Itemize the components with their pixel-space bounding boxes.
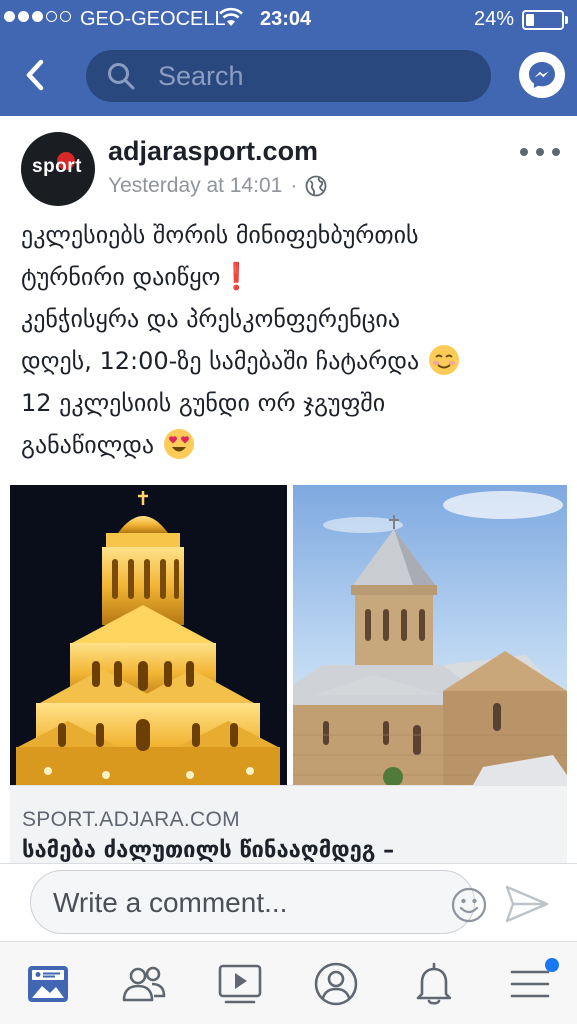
avatar-logo-text: sport [32,156,82,177]
tab-friends[interactable] [120,960,168,1008]
page-name-link[interactable]: adjarasport.com [108,136,318,167]
more-dot [536,148,544,156]
meta-separator: · [290,174,298,197]
bell-icon [416,962,452,1005]
bottom-tab-bar [0,941,577,1024]
search-placeholder: Search [158,60,244,91]
cathedral-night-illustration [10,485,287,785]
chevron-left-icon [26,59,44,91]
post-text: ეკლესიებს შორის მინიფეხბურთის ტურნირი და… [21,214,561,466]
post-text-line: განაწილდა [21,424,561,466]
post-text-line: 12 ეკლესიის გუნდი ორ ჯგუფში [21,389,386,417]
status-bar: GEO-GEOCELL 23:04 24% [0,0,577,40]
post-header: sport adjarasport.com Yesterday at 14:01… [0,116,577,206]
tab-watch[interactable] [216,960,264,1008]
post-text-line: ეკლესიებს შორის მინიფეხბურთის [21,221,419,249]
post-images [10,485,567,785]
link-domain: SPORT.ADJARA.COM [22,808,240,831]
post-meta: Yesterday at 14:01 · [108,174,327,198]
tab-profile[interactable] [312,960,360,1008]
menu-notification-badge [545,958,559,972]
church-daylight-illustration [293,491,567,785]
search-input[interactable]: Search [86,50,491,102]
profile-icon [314,962,358,1006]
clock: 23:04 [260,8,312,30]
battery-icon [522,10,564,30]
video-play-icon [218,964,262,1004]
post-text-line: კენჭისყრა და პრესკონფერენცია [21,305,401,333]
tab-menu[interactable] [506,958,559,1008]
emoji-picker-icon[interactable] [451,887,487,923]
post-text-line: დღეს, 12:00-ზე სამებაში ჩატარდა [21,340,561,382]
signal-strength-icon [4,11,71,22]
heart-eyes-emoji [162,429,196,460]
wifi-icon [219,7,243,26]
messenger-button[interactable] [519,52,565,98]
post-text-line: ტურნირი დაიწყო❗ [21,262,253,292]
church-daylight-photo[interactable] [293,485,567,785]
top-header: GEO-GEOCELL 23:04 24% Search [0,0,577,116]
link-preview-card[interactable]: SPORT.ADJARA.COM სამება ძალუთილს წინააღმ… [10,785,567,863]
battery-tip [565,16,568,24]
more-dot [520,148,528,156]
comment-input[interactable]: Write a comment... [30,870,487,934]
comment-bar: Write a comment... [0,863,577,941]
exclamation-emoji: ❗ [220,262,253,292]
messenger-icon [529,62,555,88]
post-options-button[interactable] [520,142,560,162]
back-button[interactable] [14,54,56,96]
battery-percentage: 24% [474,8,515,30]
search-icon [108,63,135,90]
tab-news-feed[interactable] [24,960,72,1008]
send-icon[interactable] [504,884,550,924]
cathedral-night-photo[interactable] [10,485,287,785]
more-dot [552,148,560,156]
tab-notifications[interactable] [410,960,458,1008]
carrier-name: GEO-GEOCELL [80,8,226,30]
battery-level-fill [526,14,534,26]
page-avatar[interactable]: sport [21,132,95,206]
news-feed-icon [28,966,68,1002]
globe-icon [305,175,327,197]
smile-emoji [427,345,461,376]
post-timestamp[interactable]: Yesterday at 14:01 [108,174,282,198]
comment-placeholder: Write a comment... [53,887,288,918]
friends-icon [122,966,166,1002]
link-title: სამება ძალუთილს წინააღმდეგ – [22,838,395,863]
